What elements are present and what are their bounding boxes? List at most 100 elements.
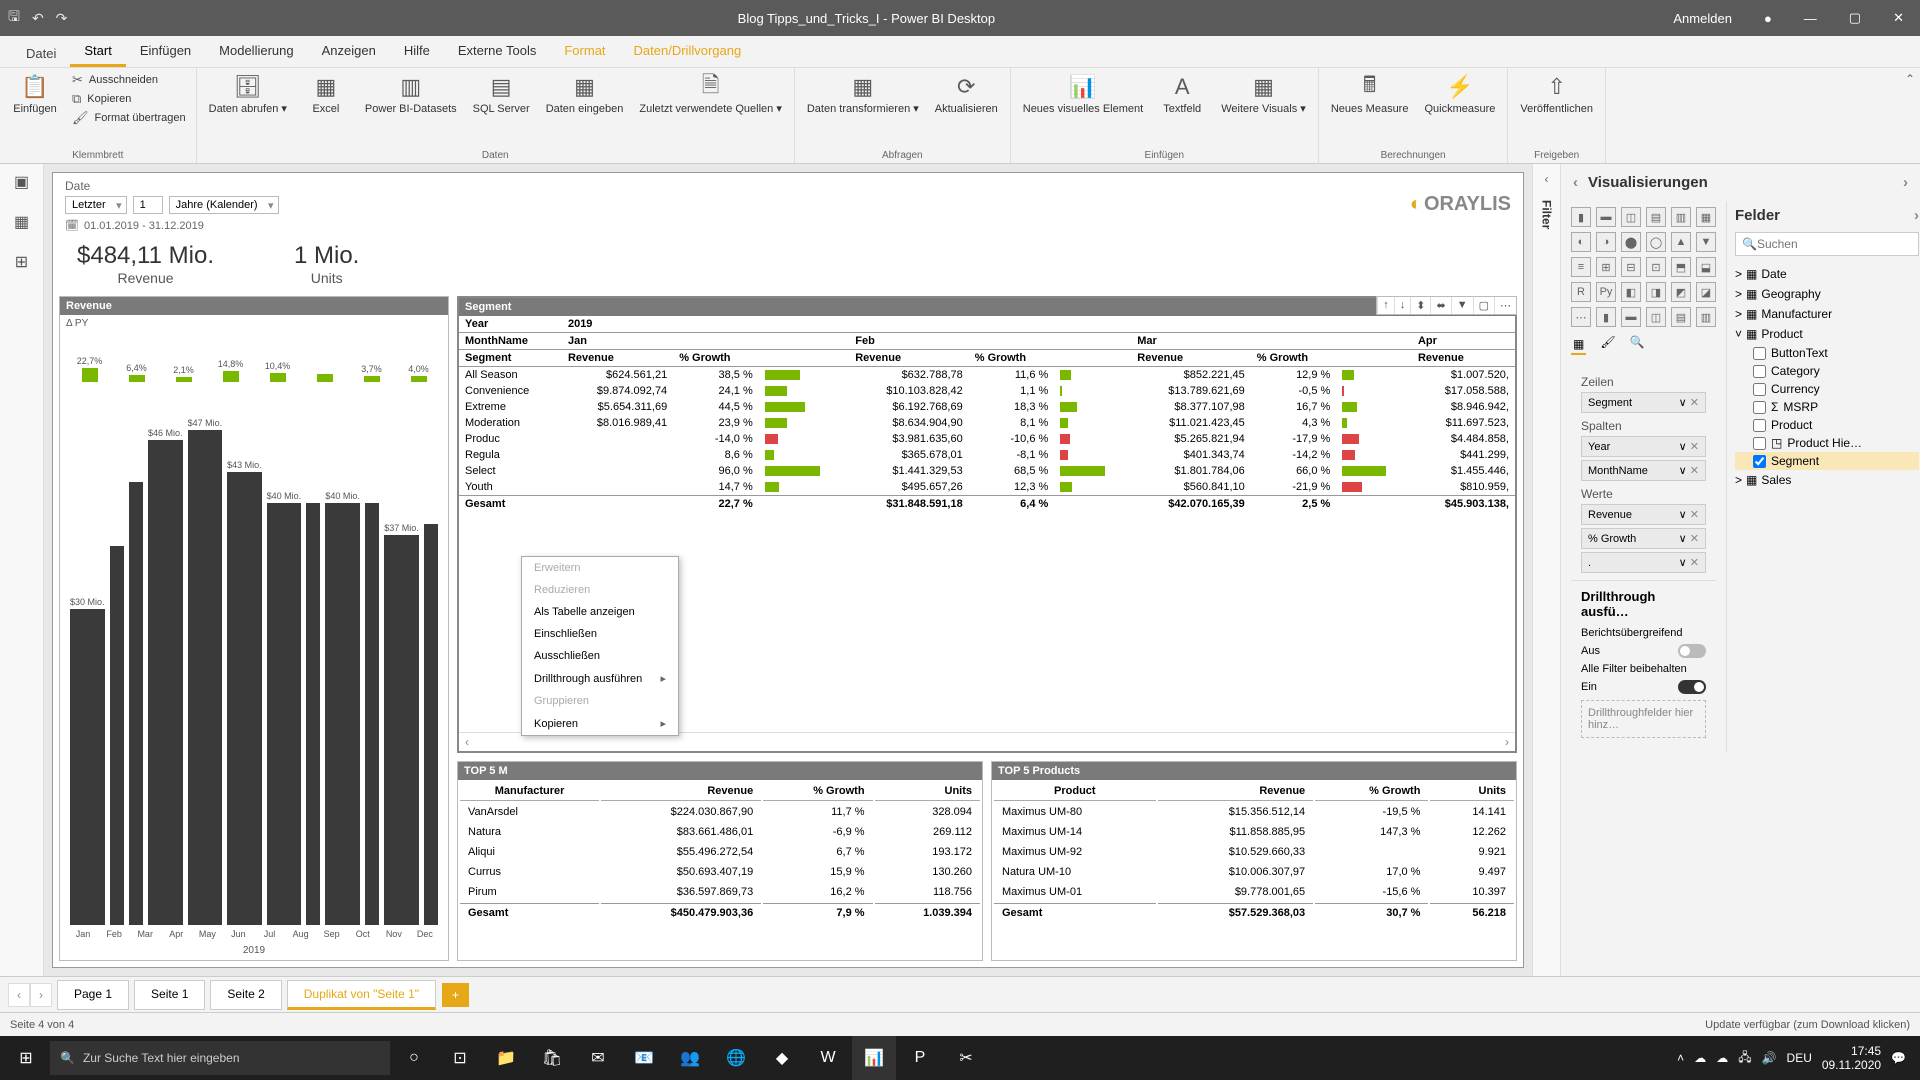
tray-cloud-icon[interactable]: ☁ [1694, 1051, 1706, 1065]
revenue-chart-visual[interactable]: Revenue Δ PY 22,7%6,4%2,1%14,8%10,4%3,7%… [59, 296, 449, 961]
keep-filters-toggle[interactable] [1678, 680, 1706, 694]
viz-type-button[interactable]: ▤ [1646, 207, 1666, 227]
viz-type-button[interactable]: ▥ [1696, 307, 1716, 327]
viz-type-button[interactable]: ⬓ [1696, 257, 1716, 277]
viz-type-button[interactable]: ▥ [1671, 207, 1691, 227]
remove-field-icon[interactable]: ✕ [1690, 441, 1699, 453]
viz-type-button[interactable]: ▮ [1596, 307, 1616, 327]
panel-back-icon[interactable]: ‹ [1573, 174, 1578, 191]
tray-onedrive-icon[interactable]: ☁ [1716, 1051, 1728, 1065]
collapse-ribbon-icon[interactable]: ⌃ [1905, 72, 1915, 86]
minimize-icon[interactable]: — [1796, 7, 1825, 30]
viz-type-button[interactable]: ◯ [1646, 232, 1666, 252]
viz-type-button[interactable]: ⊡ [1646, 257, 1666, 277]
enter-data-button[interactable]: ▦Daten eingeben [544, 72, 626, 118]
remove-field-icon[interactable]: ✕ [1690, 465, 1699, 477]
tray-volume-icon[interactable]: 🔊 [1762, 1051, 1777, 1065]
store-icon[interactable]: 🛍 [530, 1036, 574, 1080]
top5-products-visual[interactable]: TOP 5 Products ProductRevenue% GrowthUni… [991, 761, 1517, 961]
viz-type-button[interactable]: ⋯ [1571, 307, 1591, 327]
transform-button[interactable]: ▦Daten transformieren ▾ [805, 72, 921, 118]
field-table[interactable]: ˃▦Date [1735, 264, 1919, 284]
add-page-button[interactable]: + [442, 983, 469, 1007]
excel-button[interactable]: ▦Excel [301, 72, 351, 118]
bar[interactable] [306, 398, 320, 925]
page-next-icon[interactable]: › [30, 983, 52, 1007]
word-icon[interactable]: W [806, 1036, 850, 1080]
viz-type-button[interactable]: ◩ [1671, 282, 1691, 302]
context-menu-item[interactable]: Als Tabelle anzeigen [522, 601, 678, 623]
tray-clock[interactable]: 17:4509.11.2020 [1822, 1044, 1881, 1073]
focus-icon[interactable]: ▢ [1473, 297, 1494, 314]
explorer-icon[interactable]: 📁 [484, 1036, 528, 1080]
context-menu-item[interactable]: Einschließen [522, 623, 678, 645]
taskbar-search[interactable]: 🔍Zur Suche Text hier eingeben [50, 1041, 390, 1075]
redo-icon[interactable]: ↷ [56, 10, 68, 27]
context-menu-item[interactable]: Ausschließen [522, 645, 678, 667]
format-painter-button[interactable]: 🖌Format übertragen [72, 110, 186, 126]
tray-chevron-icon[interactable]: ˄ [1677, 1051, 1684, 1065]
viz-type-button[interactable]: ⬒ [1671, 257, 1691, 277]
viz-type-button[interactable]: ⊟ [1621, 257, 1641, 277]
undo-icon[interactable]: ↶ [32, 10, 44, 27]
field-table[interactable]: ˃▦Manufacturer [1735, 304, 1919, 324]
field-well-item[interactable]: % Growth∨ ✕ [1581, 528, 1706, 549]
maximize-icon[interactable]: ▢ [1841, 6, 1869, 30]
fields-tab-icon[interactable]: ▦ [1571, 335, 1586, 355]
field-well-item[interactable]: .∨ ✕ [1581, 552, 1706, 573]
field-well-item[interactable]: Year∨ ✕ [1581, 436, 1706, 457]
filter-icon[interactable]: ▼ [1451, 297, 1473, 314]
field-item[interactable]: ButtonText [1735, 344, 1919, 362]
viz-type-button[interactable]: ≡ [1571, 257, 1591, 277]
viz-type-button[interactable]: ▦ [1696, 207, 1716, 227]
close-icon[interactable]: ✕ [1885, 6, 1912, 30]
signin-button[interactable]: Anmelden [1665, 7, 1740, 30]
drill-up-icon[interactable]: ↑ [1377, 297, 1394, 314]
ribbon-tab[interactable]: Modellierung [205, 37, 307, 67]
panel-forward-icon[interactable]: › [1903, 174, 1908, 191]
bar[interactable] [110, 398, 124, 925]
field-well-item[interactable]: MonthName∨ ✕ [1581, 460, 1706, 481]
viz-type-button[interactable]: ◫ [1621, 207, 1641, 227]
recent-sources-button[interactable]: 🗎Zuletzt verwendete Quellen ▾ [637, 72, 783, 118]
analytics-tab-icon[interactable]: 🔍 [1630, 335, 1645, 355]
more-visuals-button[interactable]: ▦Weitere Visuals ▾ [1219, 72, 1308, 118]
viz-type-button[interactable]: ▬ [1621, 307, 1641, 327]
publish-button[interactable]: ⇧Veröffentlichen [1518, 72, 1595, 118]
data-view-icon[interactable]: ▦ [14, 212, 29, 232]
viz-type-button[interactable]: ▲ [1671, 232, 1691, 252]
remove-field-icon[interactable]: ✕ [1690, 397, 1699, 409]
bar[interactable]: $46 Mio. [148, 398, 183, 925]
field-table[interactable]: ˅▦Product [1735, 324, 1919, 344]
viz-type-button[interactable]: ◨ [1646, 282, 1666, 302]
cortana-icon[interactable]: ○ [392, 1036, 436, 1080]
quick-measure-button[interactable]: ⚡Quickmeasure [1422, 72, 1497, 118]
viz-type-button[interactable]: ◑ [1596, 232, 1616, 252]
report-view-icon[interactable]: ▣ [14, 172, 29, 192]
ribbon-tab[interactable]: Format [550, 37, 619, 67]
vs-icon[interactable]: ◆ [760, 1036, 804, 1080]
mail-icon[interactable]: ✉ [576, 1036, 620, 1080]
page-tab[interactable]: Seite 2 [210, 980, 281, 1010]
refresh-button[interactable]: ⟳Aktualisieren [933, 72, 1000, 118]
bar[interactable]: $40 Mio. [267, 398, 302, 925]
relative-dropdown[interactable]: Letzter [65, 196, 127, 214]
paste-button[interactable]: 📋Einfügen [10, 72, 60, 118]
more-icon[interactable]: ⋯ [1494, 297, 1516, 314]
teams-icon[interactable]: 👥 [668, 1036, 712, 1080]
viz-type-button[interactable]: ▮ [1571, 207, 1591, 227]
field-table[interactable]: ˃▦Sales [1735, 470, 1919, 490]
remove-field-icon[interactable]: ✕ [1690, 533, 1699, 545]
page-tab[interactable]: Duplikat von "Seite 1" [287, 980, 436, 1010]
viz-type-button[interactable]: ▼ [1696, 232, 1716, 252]
viz-type-button[interactable]: ▤ [1671, 307, 1691, 327]
field-item[interactable]: Σ MSRP [1735, 398, 1919, 416]
top5-manufacturer-visual[interactable]: TOP 5 M ManufacturerRevenue% GrowthUnits… [457, 761, 983, 961]
viz-type-button[interactable]: ▬ [1596, 207, 1616, 227]
viz-type-button[interactable]: ◧ [1621, 282, 1641, 302]
viz-type-button[interactable]: ◐ [1571, 232, 1591, 252]
tray-network-icon[interactable]: 🖧 [1738, 1048, 1751, 1069]
expand-icon[interactable]: ⬍ [1410, 297, 1430, 314]
panel-collapse-icon[interactable]: › [1914, 207, 1919, 224]
viz-type-button[interactable]: ◪ [1696, 282, 1716, 302]
